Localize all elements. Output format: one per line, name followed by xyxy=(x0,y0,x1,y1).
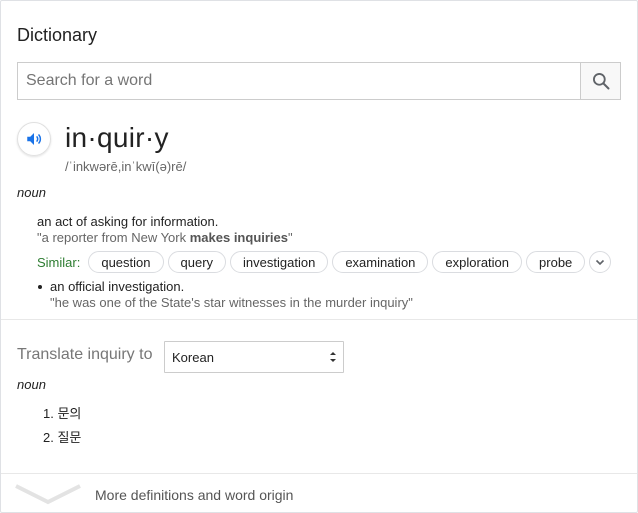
definition-1: an act of asking for information. xyxy=(37,214,219,229)
chevron-down-icon[interactable] xyxy=(15,482,81,506)
similar-expand-button[interactable] xyxy=(589,251,612,273)
similar-chip-query[interactable]: query xyxy=(167,251,227,273)
search-box xyxy=(17,62,621,100)
language-select[interactable]: Korean xyxy=(164,341,344,373)
pronounce-button[interactable] xyxy=(17,122,51,156)
bullet-dot xyxy=(38,285,42,289)
chevron-down-icon xyxy=(596,259,605,266)
example-1-suffix: " xyxy=(288,230,293,245)
translation-part-of-speech: noun xyxy=(17,377,46,392)
pronunciation: /ˈinkwərē,inˈkwī(ə)rē/ xyxy=(65,159,187,174)
similar-chip-exploration[interactable]: exploration xyxy=(432,251,523,273)
similar-chip-probe[interactable]: probe xyxy=(526,251,586,273)
example-1-prefix: "a reporter from New York xyxy=(37,230,190,245)
part-of-speech: noun xyxy=(17,185,46,200)
select-arrows-icon xyxy=(330,352,336,362)
search-icon xyxy=(592,73,609,90)
translation-item-1: 1. 문의 xyxy=(43,406,82,421)
similar-label: Similar: xyxy=(37,254,81,270)
translate-label: Translate inquiry to xyxy=(17,346,153,363)
card-title: Dictionary xyxy=(17,25,98,45)
search-button[interactable] xyxy=(580,63,620,99)
search-input[interactable] xyxy=(18,63,580,99)
speaker-icon xyxy=(27,133,42,145)
divider xyxy=(1,319,637,320)
similar-chip-examination[interactable]: examination xyxy=(332,251,429,273)
dictionary-card: Dictionary in·quir·y /ˈinkwərē,inˈkwī(ə)… xyxy=(0,0,638,513)
similar-words: Similar: question query investigation ex… xyxy=(37,249,612,275)
more-definitions-link[interactable]: More definitions and word origin xyxy=(95,487,293,503)
similar-chip-question[interactable]: question xyxy=(88,251,164,273)
language-select-value: Korean xyxy=(172,349,214,365)
example-2: "he was one of the State's star witnesse… xyxy=(50,295,413,310)
example-1: "a reporter from New York makes inquirie… xyxy=(37,230,293,245)
definition-2: an official investigation. xyxy=(50,279,185,294)
divider xyxy=(1,473,637,474)
translation-item-2: 2. 질문 xyxy=(43,430,82,445)
headword: in·quir·y xyxy=(65,122,169,153)
similar-chip-investigation[interactable]: investigation xyxy=(230,251,329,273)
example-1-bold: makes inquiries xyxy=(189,230,289,245)
